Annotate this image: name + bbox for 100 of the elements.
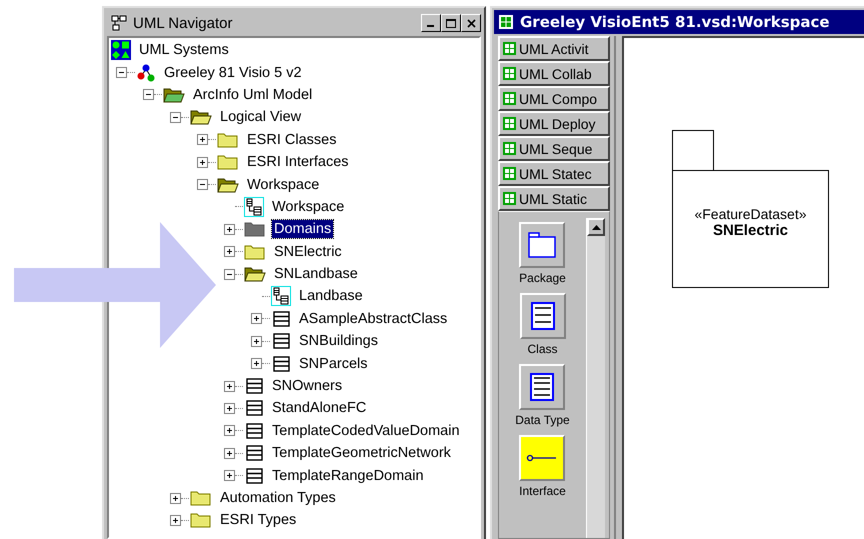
class-icon: [244, 376, 264, 396]
stencil-tab[interactable]: UML Statec: [498, 161, 610, 186]
tree-item[interactable]: Landbase: [297, 287, 365, 306]
stencil-tab[interactable]: UML Seque: [498, 136, 610, 161]
stencil-icon: [503, 142, 516, 155]
collapse-toggle[interactable]: [197, 179, 208, 190]
folder-icon: [190, 511, 212, 530]
collapse-toggle[interactable]: [224, 268, 235, 280]
up-arrow-icon: [592, 224, 600, 230]
scroll-up-button[interactable]: [587, 218, 605, 236]
systems-icon: [111, 40, 131, 60]
expand-toggle[interactable]: [170, 492, 181, 504]
class-icon: [271, 354, 291, 374]
stencil-tab[interactable]: UML Collab: [498, 61, 610, 86]
expand-toggle[interactable]: [224, 380, 235, 392]
stencil-tab[interactable]: UML Static: [498, 186, 610, 211]
tree-item[interactable]: ArcInfo Uml Model: [191, 86, 314, 104]
class-icon: [244, 420, 264, 441]
expand-toggle[interactable]: [197, 156, 208, 168]
class-icon: [271, 331, 291, 352]
maximize-icon: [446, 18, 456, 28]
open-folder-icon: [190, 108, 212, 126]
scrollbar[interactable]: [586, 218, 605, 538]
stencil-icon: [503, 117, 516, 130]
class-icon: [244, 398, 264, 418]
stereotype-label: «FeatureDataset»: [694, 206, 807, 222]
shape-label: Data Type: [515, 413, 570, 427]
collapse-toggle[interactable]: [170, 112, 181, 123]
tree-item[interactable]: Logical View: [218, 108, 304, 126]
class-icon: [244, 443, 264, 464]
stencil-tab[interactable]: UML Activit: [498, 36, 610, 61]
expand-toggle[interactable]: [251, 313, 262, 324]
class-icon: [529, 372, 556, 402]
close-icon: [466, 18, 476, 28]
class-icon: [271, 308, 291, 329]
tree-item[interactable]: SNBuildings: [297, 332, 380, 350]
folder-icon: [190, 489, 212, 507]
tree-item[interactable]: ASampleAbstractClass: [297, 310, 450, 328]
window-title: UML Navigator: [133, 14, 232, 32]
stencil-icon: [503, 167, 516, 180]
window-title: Greeley VisioEnt5 81.vsd:Workspace: [520, 13, 830, 31]
diagram-icon: [271, 286, 291, 306]
minimize-button[interactable]: [421, 14, 441, 32]
model-icon: [136, 62, 156, 83]
tree-item[interactable]: TemplateCodedValueDomain: [270, 422, 462, 440]
maximize-button[interactable]: [441, 14, 461, 32]
tree-item[interactable]: ESRI Types: [218, 511, 298, 530]
stencil-shape[interactable]: [519, 364, 566, 410]
stencil-shape[interactable]: [520, 293, 566, 339]
tree-item[interactable]: SNOwners: [270, 377, 344, 396]
navigator-icon: [111, 15, 127, 31]
stencil-icon: [503, 192, 516, 205]
stencil-icon: [503, 67, 516, 80]
tree-item[interactable]: ESRI Interfaces: [245, 153, 351, 172]
folder-icon: [244, 242, 266, 261]
class-icon: [244, 466, 264, 486]
shape-label: Class: [527, 342, 558, 356]
expand-toggle[interactable]: [170, 514, 181, 526]
expand-toggle[interactable]: [224, 402, 235, 414]
tree-item[interactable]: TemplateRangeDomain: [270, 466, 426, 485]
class-icon: [530, 301, 556, 331]
folder-icon: [244, 220, 266, 238]
collapse-toggle[interactable]: [116, 67, 127, 78]
close-button[interactable]: [461, 14, 481, 32]
stencil-icon: [498, 14, 514, 30]
open-folder-icon: [217, 176, 239, 194]
tree-item[interactable]: ESRI Classes: [245, 130, 338, 149]
open-folder-icon: [163, 86, 185, 104]
expand-toggle[interactable]: [251, 358, 262, 370]
tree-item[interactable]: SNLandbase: [272, 265, 360, 284]
folder-icon: [217, 153, 239, 172]
shape-label: Package: [519, 271, 566, 285]
tree-item[interactable]: Greeley 81 Visio 5 v2: [162, 64, 304, 82]
tree-item[interactable]: UML Systems: [137, 41, 231, 60]
stencil-icon: [503, 42, 516, 55]
stencil-tab[interactable]: UML Compo: [498, 86, 610, 111]
expand-toggle[interactable]: [224, 224, 235, 235]
open-folder-icon: [244, 265, 266, 284]
tree-item[interactable]: StandAloneFC: [270, 399, 368, 418]
diagram-icon: [244, 196, 264, 217]
folder-icon: [217, 130, 239, 149]
stencil-shape[interactable]: [519, 222, 566, 268]
tree-item[interactable]: Workspace: [270, 198, 346, 216]
package-name: SNElectric: [712, 222, 788, 239]
tree-item[interactable]: Workspace: [245, 176, 322, 194]
tree-item[interactable]: SNParcels: [297, 354, 370, 373]
tree-item[interactable]: Domains: [272, 220, 334, 238]
tree-item[interactable]: SNElectric: [272, 242, 344, 261]
collapse-toggle[interactable]: [143, 89, 154, 100]
tree-item[interactable]: TemplateGeometricNetwork: [270, 444, 453, 462]
expand-toggle[interactable]: [224, 425, 235, 436]
expand-toggle[interactable]: [251, 336, 262, 347]
expand-toggle[interactable]: [224, 470, 235, 482]
stencil-tab[interactable]: UML Deploy: [498, 111, 610, 136]
interface-icon: [526, 453, 558, 463]
stencil-icon: [503, 92, 516, 105]
expand-toggle[interactable]: [224, 448, 235, 459]
tree-item[interactable]: Automation Types: [218, 489, 338, 507]
expand-toggle[interactable]: [224, 246, 235, 258]
expand-toggle[interactable]: [197, 134, 208, 146]
